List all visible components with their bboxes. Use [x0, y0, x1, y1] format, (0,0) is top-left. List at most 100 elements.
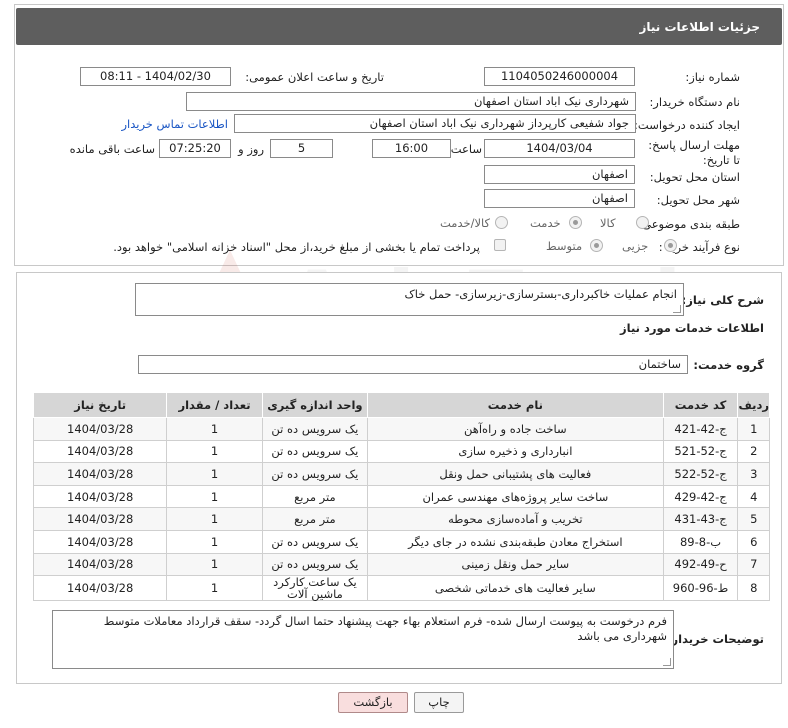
service-group-label: گروه خدمت: [693, 358, 764, 372]
creator-field[interactable]: جواد شفیعی کارپرداز شهرداری نیک اباد است… [234, 114, 636, 133]
need-number-field[interactable]: 1104050246000004 [484, 67, 635, 86]
cell-row: 5 [737, 507, 770, 531]
cell-code: ب-8-89 [662, 529, 739, 554]
cell-qty: 1 [166, 462, 263, 486]
buyer-notes-textarea[interactable]: فرم درخوست به پیوست ارسال شده- فرم استعل… [52, 610, 674, 669]
cell-code: ج-42-429 [662, 484, 739, 509]
category-radio-goods-service[interactable] [495, 216, 508, 229]
announce-field[interactable]: 1404/02/30 - 08:11 [80, 67, 231, 86]
general-desc-textarea[interactable]: انجام عملیات خاکبرداری-بسترسازی-زیرسازی-… [135, 283, 684, 316]
remaining-label: ساعت باقی مانده [69, 142, 155, 156]
category-option-goods: کالا [600, 216, 616, 230]
city-label: شهر محل تحویل: [656, 193, 740, 207]
category-label: طبقه بندی موضوعی: [638, 217, 740, 231]
cell-row: 8 [737, 575, 770, 602]
cell-name: ساخت جاده و راه‌آهن [367, 417, 664, 441]
col-header-unit: واحد اندازه گیری [261, 392, 369, 418]
category-radio-goods[interactable] [636, 216, 649, 229]
cell-code: ج-52-522 [662, 462, 739, 486]
table-row: 3 ج-52-522 فعالیت های پشتیبانی حمل ونقل … [32, 462, 770, 486]
cell-name: سایر حمل ونقل زمینی [367, 552, 664, 577]
panel-header: جزئیات اطلاعات نیاز [16, 8, 782, 45]
cell-date: 1404/03/28 [32, 575, 168, 602]
need-number-label: شماره نیاز: [685, 70, 740, 84]
cell-code: ط-96-960 [662, 575, 739, 602]
process-option-medium: متوسط [546, 239, 583, 253]
cell-date: 1404/03/28 [32, 552, 168, 577]
cell-qty: 1 [166, 529, 263, 554]
process-option-minor: جزیی [622, 239, 649, 253]
services-title: اطلاعات خدمات مورد نیاز [620, 321, 764, 335]
cell-qty: 1 [166, 417, 263, 441]
table-row: 8 ط-96-960 سایر فعالیت های خدماتی شخصی ی… [32, 575, 770, 602]
col-header-name: نام خدمت [367, 392, 664, 418]
service-group-field[interactable]: ساختمان [138, 355, 688, 374]
cell-date: 1404/03/28 [32, 507, 168, 531]
col-header-row: ردیف [737, 392, 770, 418]
province-label: استان محل تحویل: [649, 170, 740, 184]
cell-name: تخریب و آماده‌سازی محوطه [367, 507, 664, 531]
category-option-service: خدمت [530, 216, 561, 230]
category-radio-service[interactable] [569, 216, 582, 229]
col-header-code: کد خدمت [662, 392, 739, 418]
process-radio-medium[interactable] [590, 239, 603, 252]
col-header-date: تاریخ نیاز [32, 392, 168, 418]
city-field[interactable]: اصفهان [484, 189, 635, 208]
table-row: 6 ب-8-89 استخراج معادن طبقه‌بندی نشده در… [32, 529, 770, 554]
cell-unit: یک سرویس ده تن [261, 417, 369, 441]
general-desc-label: شرح کلی نیاز: [681, 293, 764, 307]
cell-code: ج-43-431 [662, 507, 739, 531]
cell-code: ج-42-421 [662, 417, 739, 441]
buyer-notes-text: فرم درخوست به پیوست ارسال شده- فرم استعل… [103, 614, 667, 643]
remaining-time-field[interactable]: 07:25:20 [159, 139, 231, 158]
cell-code: ج-52-521 [662, 439, 739, 464]
cell-unit: یک سرویس ده تن [261, 462, 369, 486]
cell-name: فعالیت های پشتیبانی حمل ونقل [367, 462, 664, 486]
col-header-qty: تعداد / مقدار [166, 392, 263, 418]
cell-qty: 1 [166, 439, 263, 464]
process-radio-minor[interactable] [664, 239, 677, 252]
cell-unit: یک سرویس ده تن [261, 529, 369, 554]
table-row: 4 ج-42-429 ساخت سایر پروژه‌های مهندسی عم… [32, 484, 770, 509]
cell-date: 1404/03/28 [32, 439, 168, 464]
cell-date: 1404/03/28 [32, 484, 168, 509]
cell-name: استخراج معادن طبقه‌بندی نشده در جای دیگر [367, 529, 664, 554]
table-row: 5 ج-43-431 تخریب و آماده‌سازی محوطه متر … [32, 507, 770, 531]
announce-label: تاریخ و ساعت اعلان عمومی: [245, 70, 384, 84]
buyer-org-field[interactable]: شهرداری نیک اباد استان اصفهان [186, 92, 636, 111]
cell-row: 1 [737, 417, 770, 441]
resize-handle[interactable] [663, 658, 671, 666]
days-field[interactable]: 5 [270, 139, 333, 158]
cell-unit: یک سرویس ده تن [261, 439, 369, 464]
cell-qty: 1 [166, 484, 263, 509]
resize-handle[interactable] [673, 305, 681, 313]
buyer-org-label: نام دستگاه خریدار: [649, 95, 740, 109]
cell-row: 2 [737, 439, 770, 464]
print-button[interactable]: چاپ [414, 692, 464, 713]
general-desc-text: انجام عملیات خاکبرداری-بسترسازی-زیرسازی-… [404, 287, 677, 301]
cell-code: ح-49-492 [662, 552, 739, 577]
cell-date: 1404/03/28 [32, 417, 168, 441]
province-field[interactable]: اصفهان [484, 165, 635, 184]
cell-unit: متر مربع [261, 507, 369, 531]
table-row: 7 ح-49-492 سایر حمل ونقل زمینی یک سرویس … [32, 552, 770, 577]
cell-row: 4 [737, 484, 770, 509]
time-label: ساعت [450, 142, 482, 156]
creator-label: ایجاد کننده درخواست: [634, 118, 740, 132]
deadline-time-field[interactable]: 16:00 [372, 139, 451, 158]
cell-row: 3 [737, 462, 770, 486]
buyer-contact-link[interactable]: اطلاعات تماس خریدار [121, 117, 228, 131]
treasury-checkbox[interactable] [494, 239, 506, 251]
services-table: ردیف کد خدمت نام خدمت واحد اندازه گیری ت… [32, 392, 770, 602]
cell-date: 1404/03/28 [32, 462, 168, 486]
cell-qty: 1 [166, 507, 263, 531]
cell-date: 1404/03/28 [32, 529, 168, 554]
category-option-goods-service: کالا/خدمت [440, 216, 491, 230]
days-label: روز و [238, 142, 264, 156]
cell-unit: یک سرویس ده تن [261, 552, 369, 577]
cell-name: انبارداری و ذخیره سازی [367, 439, 664, 464]
back-button[interactable]: بازگشت [338, 692, 408, 713]
deadline-date-field[interactable]: 1404/03/04 [484, 139, 635, 158]
cell-unit: متر مربع [261, 484, 369, 509]
table-header-row: ردیف کد خدمت نام خدمت واحد اندازه گیری ت… [32, 392, 770, 418]
